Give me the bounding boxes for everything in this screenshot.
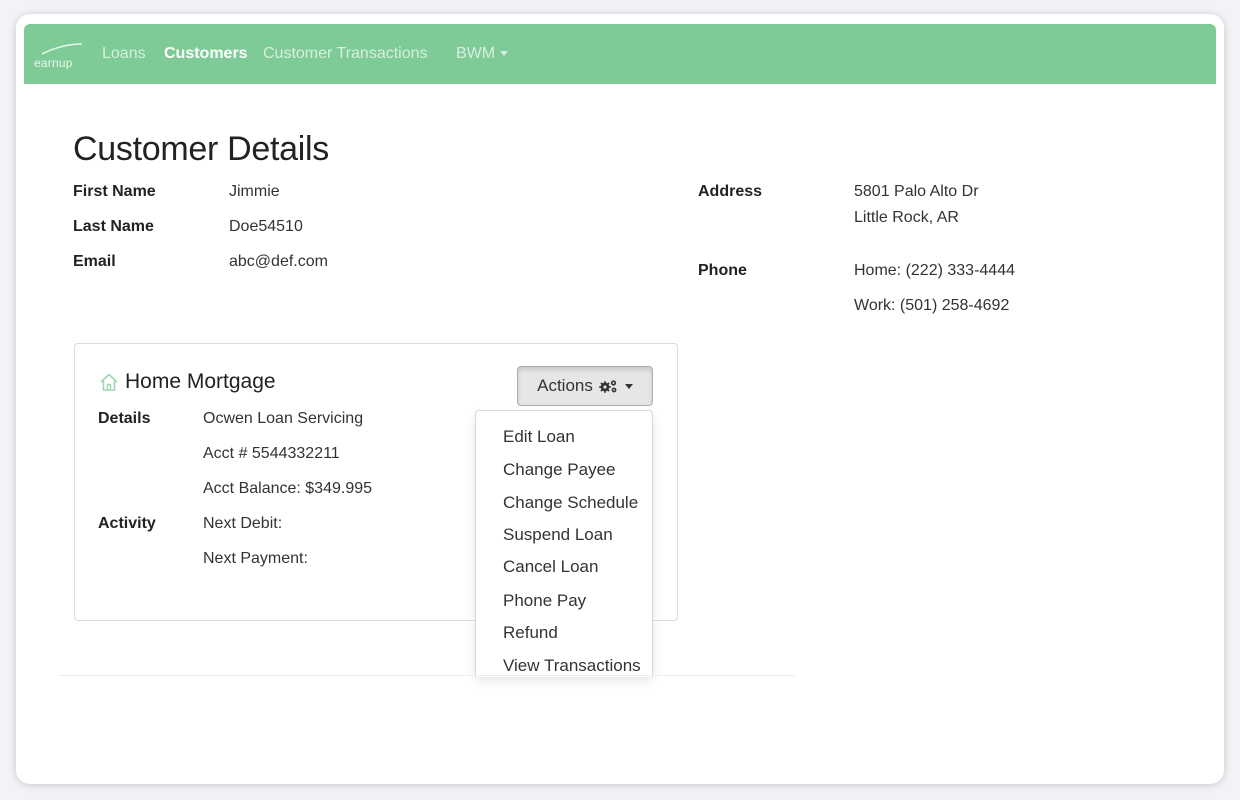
first-name-value: Jimmie	[229, 183, 280, 200]
address-label: Address	[698, 183, 763, 200]
nav-customers[interactable]: Customers	[164, 45, 248, 63]
content-divider	[58, 675, 796, 676]
top-navbar: earnup Loans Customers Customer Transact…	[24, 24, 1216, 84]
brand-text: earnup	[34, 56, 73, 70]
menu-item-edit-loan[interactable]: Edit Loan	[503, 427, 575, 447]
loan-card-title: Home Mortgage	[125, 370, 276, 393]
home-icon	[100, 373, 118, 391]
app-window: earnup Loans Customers Customer Transact…	[16, 14, 1224, 784]
next-payment: Next Payment:	[203, 550, 308, 567]
brand-swoosh-icon	[41, 43, 83, 55]
nav-loans[interactable]: Loans	[102, 45, 146, 63]
loan-card-header: Home Mortgage	[99, 370, 276, 394]
address-line1: 5801 Palo Alto Dr	[854, 183, 979, 200]
loan-account-balance: Acct Balance: $349.995	[203, 480, 373, 497]
cogs-icon	[599, 380, 617, 393]
loan-account-number: Acct # 5544332211	[203, 445, 340, 462]
menu-item-phone-pay[interactable]: Phone Pay	[503, 591, 586, 611]
actions-button[interactable]: Actions	[517, 366, 653, 406]
menu-item-view-transactions[interactable]: View Transactions	[503, 656, 641, 676]
loan-servicer: Ocwen Loan Servicing	[203, 410, 364, 427]
phone-home: Home: (222) 333-4444	[854, 262, 1015, 279]
caret-down-icon	[624, 383, 633, 389]
menu-item-change-payee[interactable]: Change Payee	[503, 460, 615, 480]
details-label: Details	[98, 410, 151, 427]
next-debit: Next Debit:	[203, 515, 283, 532]
brand-logo[interactable]: earnup	[34, 42, 84, 72]
nav-customer-transactions[interactable]: Customer Transactions	[263, 45, 428, 63]
menu-item-refund[interactable]: Refund	[503, 623, 558, 643]
actions-label: Actions	[537, 376, 593, 395]
nav-bwm-dropdown[interactable]: BWM	[456, 45, 509, 63]
phone-work: Work: (501) 258-4692	[854, 297, 1010, 314]
phone-label: Phone	[698, 262, 747, 279]
nav-bwm-label: BWM	[456, 45, 496, 62]
first-name-label: First Name	[73, 183, 156, 200]
activity-label: Activity	[98, 515, 156, 532]
menu-item-cancel-loan[interactable]: Cancel Loan	[503, 557, 598, 577]
caret-down-icon	[500, 51, 509, 57]
menu-item-suspend-loan[interactable]: Suspend Loan	[503, 525, 613, 545]
address-line2: Little Rock, AR	[854, 209, 959, 226]
actions-dropdown-menu: Edit Loan Change Payee Change Schedule S…	[475, 410, 653, 677]
page-title: Customer Details	[73, 130, 329, 168]
email-label: Email	[73, 253, 116, 270]
last-name-label: Last Name	[73, 218, 154, 235]
menu-item-change-schedule[interactable]: Change Schedule	[503, 493, 638, 513]
email-value: abc@def.com	[229, 253, 328, 270]
last-name-value: Doe54510	[229, 218, 303, 235]
